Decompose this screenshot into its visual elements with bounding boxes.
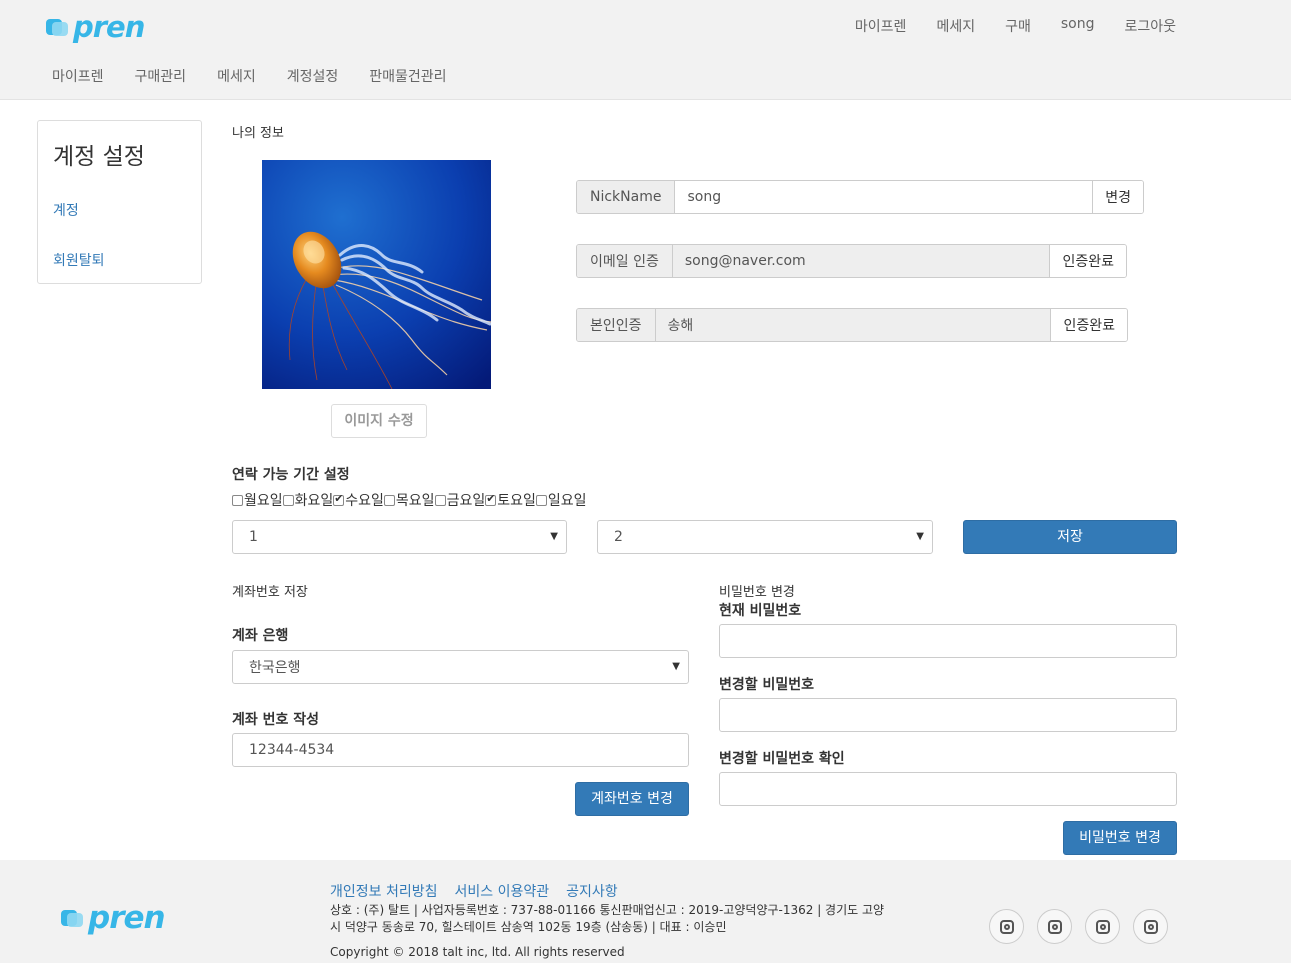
image-edit-button[interactable]: 이미지 수정 bbox=[331, 404, 427, 438]
copyright: Copyright © 2018 talt inc, ltd. All righ… bbox=[330, 945, 625, 959]
chevron-down-icon: ▼ bbox=[672, 661, 680, 672]
current-password-input[interactable] bbox=[719, 624, 1177, 658]
contact-save-button[interactable]: 저장 bbox=[963, 520, 1177, 554]
day-mon[interactable]: 월요일 bbox=[232, 490, 283, 510]
sub-nav: 마이프렌 구매관리 메세지 계정설정 판매물건관리 bbox=[52, 66, 478, 86]
identity-group: 본인인증 송해 인증완료 bbox=[576, 308, 1128, 342]
site-footer: pren 개인정보 처리방침 서비스 이용약관 공지사항 상호 : (주) 탈트 |… bbox=[0, 860, 1291, 963]
new-password-input[interactable] bbox=[719, 698, 1177, 732]
identity-label: 본인인증 bbox=[577, 309, 656, 341]
brand-logo[interactable]: pren bbox=[46, 10, 145, 44]
checkbox-sun[interactable] bbox=[535, 494, 547, 506]
logo-mark-icon bbox=[46, 16, 70, 38]
account-number-label: 계좌 번호 작성 bbox=[232, 712, 320, 728]
bank-label: 계좌 은행 bbox=[232, 628, 289, 644]
email-group: 이메일 인증 song@naver.com 인증완료 bbox=[576, 244, 1127, 278]
company-info-line1: 상호 : (주) 탈트 | 사업자등록번호 : 737-88-01166 통신판… bbox=[330, 903, 885, 917]
confirm-password-label: 변경할 비밀번호 확인 bbox=[719, 751, 845, 767]
footer-link-notice[interactable]: 공지사항 bbox=[566, 884, 618, 900]
chevron-down-icon: ▼ bbox=[916, 531, 924, 542]
footer-logo-text: pren bbox=[88, 900, 166, 936]
day-wed-label: 수요일 bbox=[345, 493, 384, 509]
identity-field: 송해 bbox=[655, 309, 1051, 341]
profile-image bbox=[262, 160, 491, 389]
day-thu[interactable]: 목요일 bbox=[383, 490, 435, 510]
day-wed[interactable]: 수요일 bbox=[333, 490, 384, 510]
identity-verified-button[interactable]: 인증완료 bbox=[1050, 309, 1127, 341]
contact-from-value: 1 bbox=[249, 529, 258, 545]
confirm-password-input[interactable] bbox=[719, 772, 1177, 806]
checkbox-thu[interactable] bbox=[383, 494, 395, 506]
day-fri-label: 금요일 bbox=[446, 493, 486, 509]
sub-nav-purchase-manage[interactable]: 구매관리 bbox=[135, 66, 187, 86]
password-section-label: 비밀번호 변경 bbox=[719, 585, 795, 600]
top-nav-message[interactable]: 메세지 bbox=[936, 16, 975, 36]
day-sun[interactable]: 일요일 bbox=[535, 490, 587, 510]
email-verified-button[interactable]: 인증완료 bbox=[1049, 245, 1126, 277]
instagram-icon[interactable] bbox=[989, 909, 1024, 944]
nickname-group: NickName song 변경 bbox=[576, 180, 1144, 214]
contact-period-title: 연락 가능 기간 설정 bbox=[232, 467, 350, 483]
footer-logo[interactable]: pren bbox=[61, 900, 166, 936]
current-password-label: 현재 비밀번호 bbox=[719, 603, 802, 619]
bank-select-value: 한국은행 bbox=[249, 660, 301, 676]
day-tue[interactable]: 화요일 bbox=[282, 490, 334, 510]
footer-link-privacy[interactable]: 개인정보 처리방침 bbox=[330, 884, 438, 900]
nickname-label: NickName bbox=[577, 181, 676, 213]
contact-from-select[interactable]: 1 ▼ bbox=[232, 520, 567, 554]
account-number-input[interactable]: 12344-4534 bbox=[232, 733, 689, 767]
sidebar-item-withdraw[interactable]: 회원탈퇴 bbox=[53, 250, 105, 270]
top-nav-logout[interactable]: 로그아웃 bbox=[1124, 16, 1176, 36]
site-header: pren 마이프렌 메세지 구매 song 로그아웃 마이프렌 구매관리 메세지… bbox=[0, 0, 1291, 100]
logo-mark-icon bbox=[61, 907, 85, 929]
top-nav: 마이프렌 메세지 구매 song 로그아웃 bbox=[825, 16, 1176, 36]
account-change-button[interactable]: 계좌번호 변경 bbox=[575, 782, 689, 816]
sub-nav-mypren[interactable]: 마이프렌 bbox=[52, 66, 104, 86]
day-sat-label: 토요일 bbox=[497, 493, 536, 509]
logo-text: pren bbox=[73, 10, 145, 44]
account-section-label: 계좌번호 저장 bbox=[232, 585, 308, 600]
footer-links: 개인정보 처리방침 서비스 이용약관 공지사항 bbox=[330, 881, 635, 901]
sidebar-item-account[interactable]: 계정 bbox=[53, 200, 79, 220]
checkbox-fri[interactable] bbox=[434, 494, 446, 506]
chevron-down-icon: ▼ bbox=[550, 531, 558, 542]
instagram-icon[interactable] bbox=[1037, 909, 1072, 944]
bank-select[interactable]: 한국은행 ▼ bbox=[232, 650, 689, 684]
top-nav-mypren[interactable]: 마이프렌 bbox=[855, 16, 907, 36]
new-password-label: 변경할 비밀번호 bbox=[719, 677, 815, 693]
company-info-line2: 시 덕양구 동송로 70, 힐스테이트 삼송역 102동 19층 (삼송동) |… bbox=[330, 920, 727, 934]
day-sun-label: 일요일 bbox=[547, 493, 587, 509]
day-mon-label: 월요일 bbox=[244, 493, 283, 509]
top-nav-username[interactable]: song bbox=[1061, 16, 1095, 36]
footer-link-terms[interactable]: 서비스 이용약관 bbox=[455, 884, 550, 900]
day-fri[interactable]: 금요일 bbox=[434, 490, 486, 510]
instagram-icon[interactable] bbox=[1085, 909, 1120, 944]
checkbox-wed[interactable] bbox=[333, 492, 345, 506]
checkbox-tue[interactable] bbox=[282, 494, 294, 506]
settings-sidebar: 계정 설정 계정 회원탈퇴 bbox=[37, 120, 202, 284]
password-change-button[interactable]: 비밀번호 변경 bbox=[1063, 821, 1177, 855]
day-checkbox-row: 월요일 화요일 수요일 목요일 금요일 토요일 일요일 bbox=[232, 490, 586, 510]
sub-nav-sales-manage[interactable]: 판매물건관리 bbox=[369, 66, 446, 86]
sub-nav-account-settings[interactable]: 계정설정 bbox=[287, 66, 339, 86]
sub-nav-message[interactable]: 메세지 bbox=[217, 66, 256, 86]
my-info-label: 나의 정보 bbox=[232, 126, 284, 141]
checkbox-mon[interactable] bbox=[232, 494, 243, 506]
instagram-icon[interactable] bbox=[1133, 909, 1168, 944]
day-thu-label: 목요일 bbox=[395, 493, 435, 509]
day-sat[interactable]: 토요일 bbox=[485, 490, 536, 510]
sidebar-title: 계정 설정 bbox=[53, 144, 145, 170]
top-nav-purchase[interactable]: 구매 bbox=[1005, 16, 1031, 36]
day-tue-label: 화요일 bbox=[294, 493, 334, 509]
contact-to-select[interactable]: 2 ▼ bbox=[597, 520, 933, 554]
email-field: song@naver.com bbox=[672, 245, 1050, 277]
nickname-change-button[interactable]: 변경 bbox=[1092, 181, 1143, 213]
jellyfish-image bbox=[262, 160, 491, 389]
email-label: 이메일 인증 bbox=[577, 245, 673, 277]
contact-to-value: 2 bbox=[614, 529, 623, 545]
checkbox-sat[interactable] bbox=[485, 492, 497, 506]
nickname-input[interactable]: song bbox=[675, 181, 1092, 213]
